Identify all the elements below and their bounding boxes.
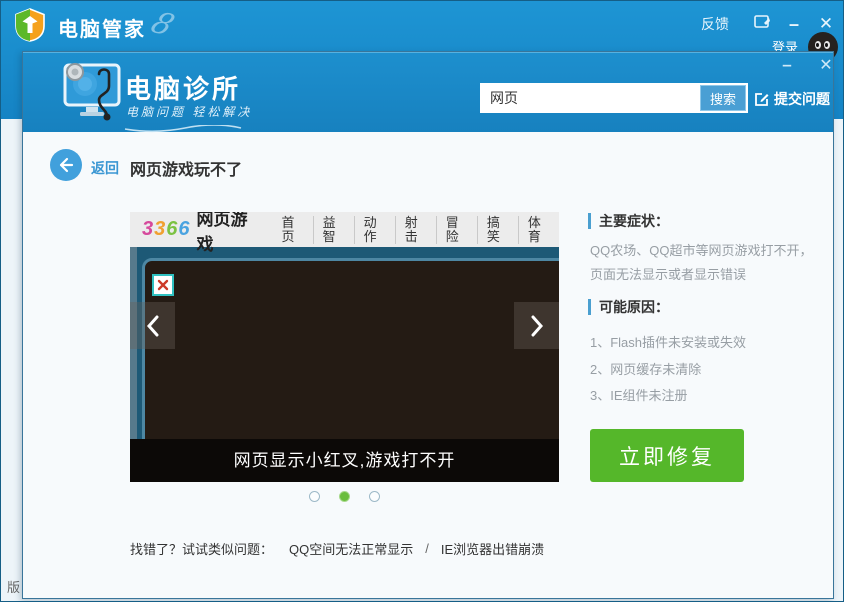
- carousel-next-button[interactable]: [514, 302, 559, 349]
- title-signature-glyph: 8: [145, 6, 179, 43]
- tagline-underline: [123, 120, 243, 138]
- skin-icon[interactable]: [749, 11, 775, 37]
- clinic-logo-icon: [55, 60, 131, 129]
- back-label[interactable]: 返回: [91, 158, 119, 178]
- flash-area: [142, 258, 559, 454]
- submit-question-link[interactable]: 提交问题: [754, 89, 830, 109]
- back-arrow-icon: [58, 157, 74, 173]
- pc-clinic-dialog: 电脑诊所 电脑问题 轻松解决 搜索 提交问题 – ✕: [22, 51, 834, 599]
- similar-questions-row: 找错了？试试类似问题： QQ空间无法正常显示 / IE浏览器出错崩溃: [130, 539, 544, 558]
- carousel-dots: [130, 491, 559, 502]
- pc-manager-logo-icon: [14, 8, 46, 47]
- dialog-minimize-button[interactable]: –: [775, 55, 799, 77]
- search-input[interactable]: [482, 86, 700, 110]
- symptoms-line: QQ农场、QQ超市等网页游戏打不开，: [590, 240, 812, 259]
- chevron-right-icon: [530, 315, 544, 337]
- back-button[interactable]: [50, 149, 82, 181]
- similar-separator: /: [425, 541, 429, 556]
- site-name: 网页游戏: [197, 212, 259, 255]
- cause-item: 3、IE组件未注册: [590, 385, 688, 404]
- search-box: 搜索: [480, 83, 748, 113]
- symptoms-line: 页面无法显示或者显示错误: [590, 264, 746, 283]
- site-logo: 3366: [142, 218, 191, 241]
- clinic-header: 电脑诊所 电脑问题 轻松解决 搜索 提交问题 – ✕: [23, 52, 833, 132]
- minimize-button[interactable]: –: [781, 11, 807, 37]
- clinic-title: 电脑诊所: [125, 69, 241, 106]
- fix-now-button[interactable]: 立即修复: [590, 429, 744, 482]
- version-text-partial: 版: [7, 577, 20, 596]
- site-nav-item: 搞笑: [477, 216, 518, 244]
- site-header-bar: 3366 网页游戏 首页 益智 动作 射击 冒险 搞笑 体育: [130, 212, 559, 247]
- pc-manager-window: 电脑管家 8 反馈 – ✕ 登录 版: [0, 0, 844, 602]
- site-nav-item: 益智: [313, 216, 354, 244]
- site-nav-item: 射击: [395, 216, 436, 244]
- cause-item: 1、Flash插件未安装或失效: [590, 332, 746, 351]
- carousel-dot[interactable]: [369, 491, 380, 502]
- carousel-dot[interactable]: [339, 491, 350, 502]
- dialog-close-button[interactable]: ✕: [814, 55, 838, 77]
- carousel-prev-button[interactable]: [130, 302, 175, 349]
- app-title: 电脑管家: [58, 13, 146, 42]
- similar-link-qq-zone[interactable]: QQ空间无法正常显示: [289, 539, 413, 558]
- chevron-left-icon: [146, 315, 160, 337]
- cause-item: 2、网页缓存未清除: [590, 359, 701, 378]
- clinic-tagline: 电脑问题 轻松解决: [126, 103, 252, 120]
- feedback-button[interactable]: 反馈: [695, 11, 735, 37]
- symptoms-heading: 主要症状：: [588, 213, 669, 229]
- site-nav-item: 动作: [354, 216, 395, 244]
- broken-plugin-icon: [152, 274, 174, 296]
- site-nav: 首页 益智 动作 射击 冒险 搞笑 体育: [273, 216, 559, 244]
- similar-link-ie-crash[interactable]: IE浏览器出错崩溃: [441, 539, 544, 558]
- search-button[interactable]: 搜索: [700, 85, 746, 111]
- site-nav-item: 冒险: [436, 216, 477, 244]
- site-nav-item: 首页: [273, 216, 313, 244]
- similar-prompt: 找错了？试试类似问题：: [130, 539, 273, 558]
- page-title: 网页游戏玩不了: [130, 156, 242, 180]
- submit-pencil-icon: [754, 92, 769, 107]
- main-titlebar[interactable]: 电脑管家 8 反馈 – ✕: [1, 1, 844, 49]
- site-nav-item: 体育: [518, 216, 559, 244]
- causes-heading: 可能原因：: [588, 299, 669, 315]
- carousel-caption: 网页显示小红叉,游戏打不开: [130, 439, 559, 482]
- issue-screenshot-carousel: 3366 网页游戏 首页 益智 动作 射击 冒险 搞笑 体育: [130, 212, 559, 482]
- carousel-dot[interactable]: [309, 491, 320, 502]
